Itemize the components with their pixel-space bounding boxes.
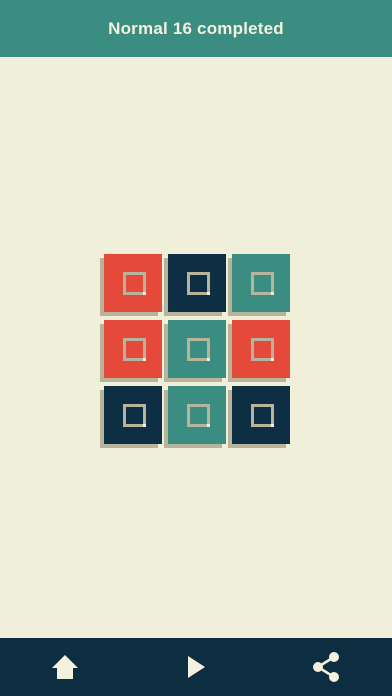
tile-square-marker: [251, 404, 274, 427]
home-button[interactable]: [45, 647, 85, 687]
puzzle-tile-r2-c3[interactable]: [232, 320, 290, 378]
level-status-title: Normal 16 completed: [108, 18, 284, 38]
tile-square-marker: [123, 404, 146, 427]
home-icon: [52, 655, 78, 679]
puzzle-tile-r3-c1[interactable]: [104, 386, 162, 444]
tile-square-marker: [251, 338, 274, 361]
tile-square-marker: [123, 272, 146, 295]
tile-square-marker: [187, 272, 210, 295]
puzzle-board: [100, 254, 294, 450]
puzzle-tile-r1-c1[interactable]: [104, 254, 162, 312]
puzzle-tile-r3-c3[interactable]: [232, 386, 290, 444]
tile-square-marker: [251, 272, 274, 295]
puzzle-tile-r1-c2[interactable]: [168, 254, 226, 312]
puzzle-tile-r2-c1[interactable]: [104, 320, 162, 378]
share-icon: [313, 652, 339, 682]
top-bar: Normal 16 completed: [0, 0, 392, 57]
tile-square-marker: [123, 338, 146, 361]
tile-square-marker: [187, 404, 210, 427]
puzzle-tile-r1-c3[interactable]: [232, 254, 290, 312]
play-button[interactable]: [176, 647, 216, 687]
bottom-toolbar: [0, 638, 392, 696]
tile-square-marker: [187, 338, 210, 361]
puzzle-tile-r3-c2[interactable]: [168, 386, 226, 444]
share-button[interactable]: [306, 647, 346, 687]
play-icon: [188, 656, 205, 678]
puzzle-tile-r2-c2[interactable]: [168, 320, 226, 378]
